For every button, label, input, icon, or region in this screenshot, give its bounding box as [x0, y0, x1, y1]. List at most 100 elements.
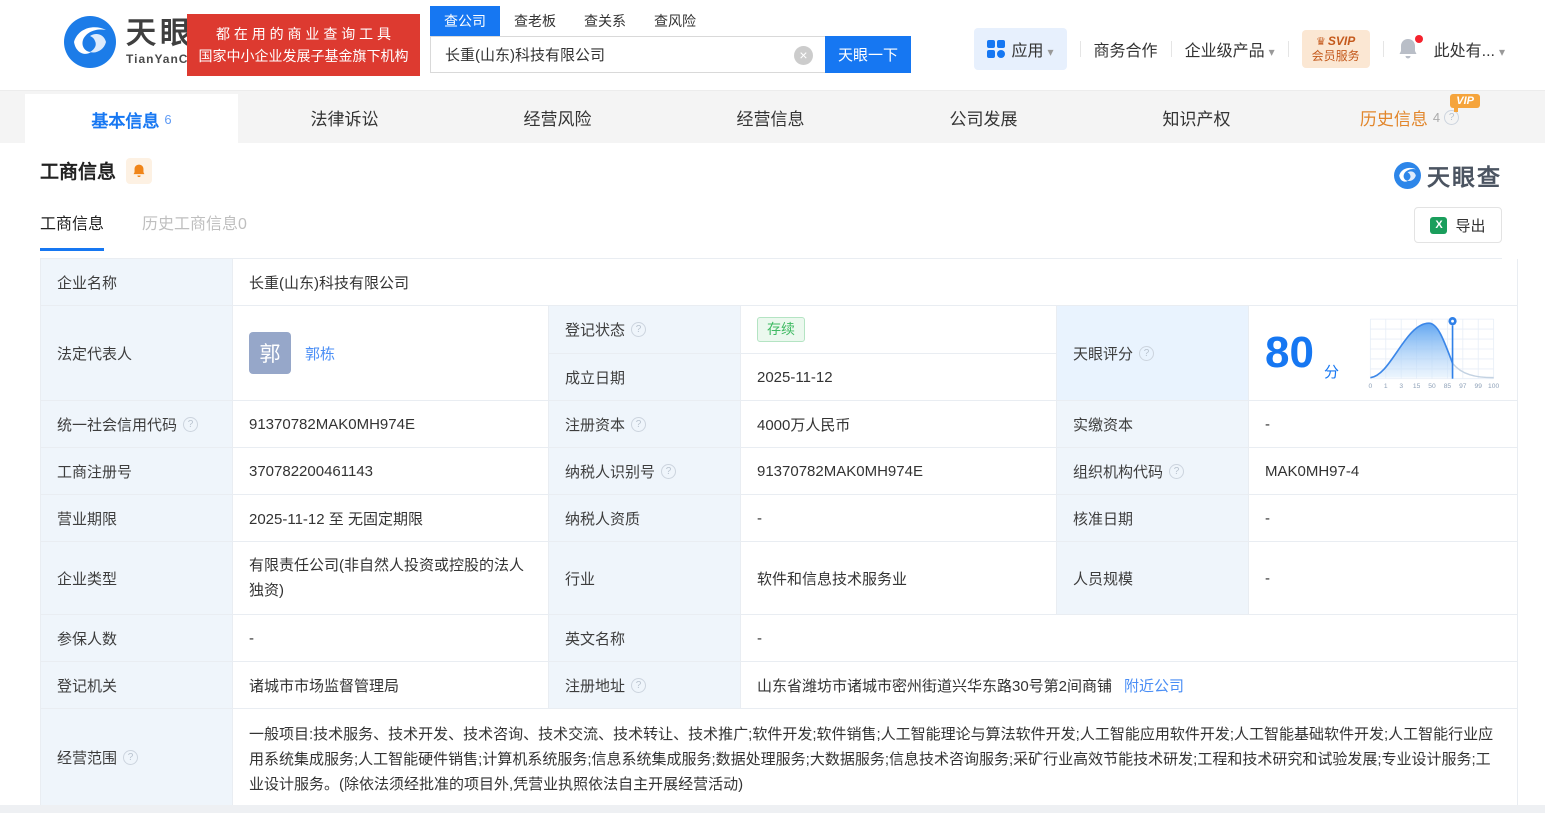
field-value-org-code: MAK0MH97-4: [1249, 448, 1518, 495]
search-tab-company[interactable]: 查公司: [430, 6, 500, 36]
help-icon[interactable]: [631, 322, 647, 337]
slogan-line1: 都 在 用 的 商 业 查 询 工 具: [215, 25, 391, 42]
field-value-legal-rep: 郭 郭栋: [233, 306, 549, 401]
tab-history-info[interactable]: VIP 历史信息 4: [1303, 91, 1516, 143]
tab-count: 4: [1432, 109, 1441, 125]
export-label: 导出: [1455, 217, 1486, 235]
svg-text:0: 0: [1368, 383, 1372, 390]
field-label-biz-term: 营业期限: [41, 495, 233, 542]
bell-icon: [133, 164, 145, 177]
tab-operation-risk[interactable]: 经营风险: [451, 91, 664, 143]
field-label-reg-number: 工商注册号: [41, 448, 233, 495]
field-label-paid-capital: 实缴资本: [1057, 401, 1249, 448]
subscribe-bell-button[interactable]: [126, 157, 153, 184]
field-value-reg-status: 存续: [741, 306, 1057, 354]
search-button[interactable]: 天眼一下: [825, 36, 911, 73]
help-icon[interactable]: [631, 677, 647, 693]
field-value-biz-scope: 一般项目:技术服务、技术开发、技术咨询、技术交流、技术转让、技术推广;软件开发;…: [233, 709, 1518, 806]
divider: [1170, 41, 1172, 57]
header-right-menu: 应用 商务合作 企业级产品 SVIP 会员服务 此处有...: [973, 28, 1506, 70]
help-icon[interactable]: [183, 416, 199, 432]
business-info-table: 企业名称 长重(山东)科技有限公司 法定代表人 郭 郭栋 登记状态 存续 成立日…: [40, 258, 1518, 806]
status-badge: 存续: [757, 316, 805, 343]
help-icon[interactable]: [1139, 345, 1155, 361]
field-value-english-name: -: [741, 615, 1518, 662]
field-value-industry: 软件和信息技术服务业: [741, 542, 1057, 615]
field-label-legal-rep: 法定代表人: [41, 306, 233, 401]
tab-company-development[interactable]: 公司发展: [877, 91, 1090, 143]
field-value-taxpayer-id: 91370782MAK0MH974E: [741, 448, 1057, 495]
tab-operation-info[interactable]: 经营信息: [664, 91, 877, 143]
field-label-est-date: 成立日期: [549, 354, 741, 401]
label-text: 登记状态: [565, 322, 626, 339]
subtab-history-business-info[interactable]: 历史工商信息0: [142, 210, 247, 251]
label-text: 统一社会信用代码: [57, 416, 178, 434]
score-distribution-chart: 0 1 3 15 50 85 97 99 100: [1368, 317, 1499, 390]
score-unit: 分: [1323, 364, 1339, 381]
svg-text:85: 85: [1444, 383, 1452, 390]
field-label-english-name: 英文名称: [549, 615, 741, 662]
help-icon[interactable]: [1169, 463, 1185, 479]
help-icon[interactable]: [631, 416, 647, 432]
svg-text:97: 97: [1459, 383, 1467, 390]
tianyancha-watermark: 天眼查: [1394, 158, 1502, 192]
slogan-line2: 国家中小企业发展子基金旗下机构: [198, 48, 409, 64]
field-label-taxpayer-id: 纳税人识别号: [549, 448, 741, 495]
field-label-reg-status: 登记状态: [549, 306, 741, 354]
legal-rep-link[interactable]: 郭栋: [305, 343, 335, 364]
label-text: 天眼评分: [1073, 345, 1134, 363]
score-number: 80: [1265, 328, 1314, 377]
business-cooperation-link[interactable]: 商务合作: [1094, 37, 1158, 61]
notification-bell-icon[interactable]: [1397, 35, 1423, 61]
svg-text:1: 1: [1384, 383, 1388, 390]
field-value-reg-capital: 4000万人民币: [741, 401, 1057, 448]
help-icon[interactable]: [123, 749, 139, 765]
subtab-business-info[interactable]: 工商信息: [40, 210, 105, 251]
tab-intellectual-property[interactable]: 知识产权: [1090, 91, 1303, 143]
svip-member-button[interactable]: SVIP 会员服务: [1301, 30, 1370, 68]
field-label-staff-size: 人员规模: [1057, 542, 1249, 615]
label-text: 组织机构代码: [1073, 463, 1164, 481]
svg-text:15: 15: [1413, 383, 1421, 390]
search-tab-boss[interactable]: 查老板: [500, 6, 570, 36]
field-value-staff-size: -: [1249, 542, 1518, 615]
field-label-tyc-score: 天眼评分: [1057, 306, 1249, 401]
export-button[interactable]: 导出: [1414, 207, 1502, 243]
user-account-menu[interactable]: 此处有...: [1434, 37, 1505, 61]
tab-legal-litigation[interactable]: 法律诉讼: [238, 91, 451, 143]
label-text: 注册资本: [565, 416, 626, 434]
divider: [1382, 41, 1384, 57]
nearby-companies-link[interactable]: 附近公司: [1124, 675, 1184, 696]
tab-label: 法律诉讼: [310, 109, 379, 129]
logo-eye-icon: [64, 16, 116, 68]
field-label-org-code: 组织机构代码: [1057, 448, 1249, 495]
field-value-approval-date: -: [1249, 495, 1518, 542]
enterprise-products-menu[interactable]: 企业级产品: [1185, 37, 1275, 61]
company-nav-tabs: 基本信息 6 法律诉讼 经营风险 经营信息 公司发展 知识产权 VIP 历史信息…: [0, 90, 1545, 144]
clear-search-icon[interactable]: [794, 46, 813, 65]
field-value-reg-number: 370782200461143: [233, 448, 549, 495]
field-value-tyc-score[interactable]: 80 分 0 1 3 15 50 85 97 99 100: [1249, 306, 1518, 401]
field-label-approval-date: 核准日期: [1057, 495, 1249, 542]
field-value-company-type: 有限责任公司(非自然人投资或控股的法人独资): [233, 542, 549, 615]
field-label-taxpayer-qual: 纳税人资质: [549, 495, 741, 542]
top-header: 天眼查 TianYanCha.com 都 在 用 的 商 业 查 询 工 具 国…: [0, 0, 1545, 90]
tab-label: 知识产权: [1162, 109, 1231, 129]
page-bottom-strip: [0, 805, 1545, 813]
search-input[interactable]: [431, 37, 825, 72]
apps-grid-icon: [986, 40, 1005, 58]
svip-service-label: 会员服务: [1311, 49, 1360, 64]
field-value-credit-code: 91370782MAK0MH974E: [233, 401, 549, 448]
svg-text:3: 3: [1399, 383, 1403, 390]
tab-basic-info[interactable]: 基本信息 6: [25, 94, 238, 144]
tab-label: 基本信息: [91, 111, 160, 131]
help-icon[interactable]: [661, 463, 677, 479]
search-tab-relation[interactable]: 查关系: [570, 6, 640, 36]
search-tab-risk[interactable]: 查风险: [640, 6, 710, 36]
excel-icon: [1430, 216, 1448, 234]
field-label-credit-code: 统一社会信用代码: [41, 401, 233, 448]
apps-menu-button[interactable]: 应用: [973, 28, 1067, 70]
field-label-reg-capital: 注册资本: [549, 401, 741, 448]
vip-badge: VIP: [1450, 94, 1480, 112]
svg-text:99: 99: [1474, 383, 1482, 390]
